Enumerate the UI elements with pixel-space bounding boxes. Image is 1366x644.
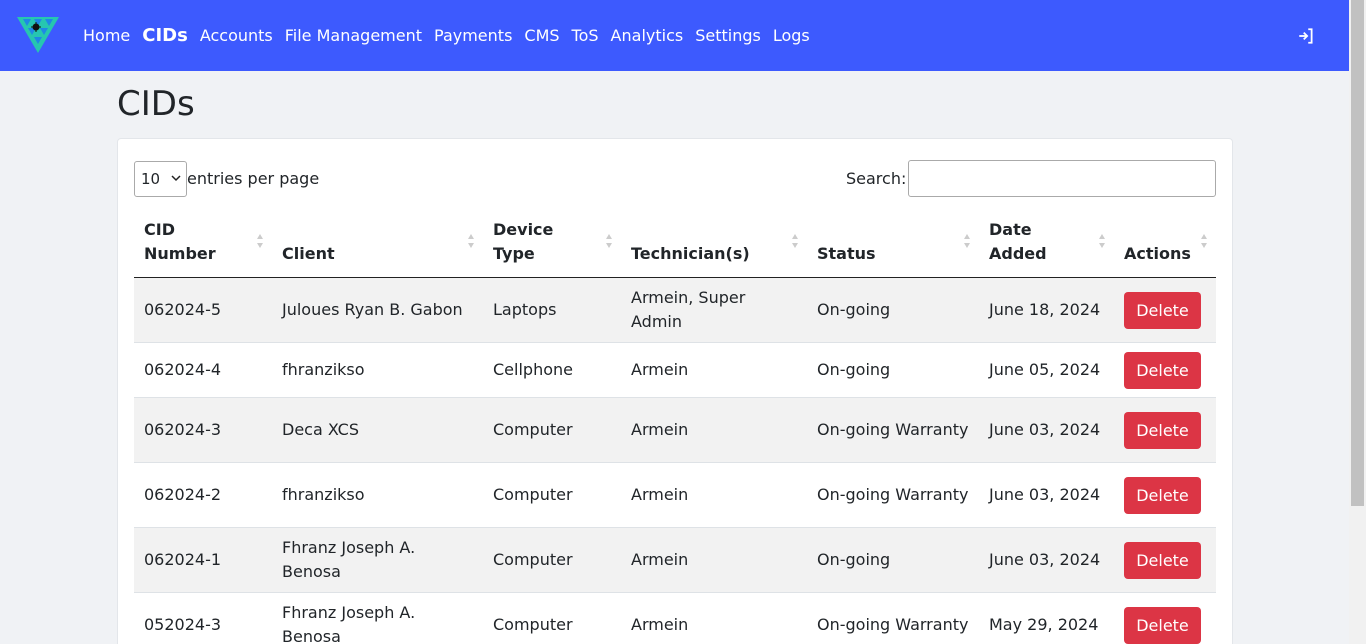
header-cid-number[interactable]: CID Number	[134, 209, 272, 278]
cell-date: June 18, 2024	[979, 277, 1114, 343]
cell-status: On-going Warranty	[807, 592, 979, 644]
scrollbar-thumb[interactable]	[1351, 0, 1364, 506]
cell-actions: Delete	[1114, 277, 1216, 343]
delete-button[interactable]: Delete	[1124, 291, 1201, 329]
header-client[interactable]: Client	[272, 209, 483, 278]
sort-icon	[606, 234, 612, 248]
logout-icon[interactable]	[1297, 27, 1315, 45]
cell-cid: 062024-5	[134, 277, 272, 343]
cell-cid: 052024-3	[134, 592, 272, 644]
cell-cid: 062024-4	[134, 342, 272, 398]
cell-client: Deca XCS	[272, 397, 483, 463]
delete-button[interactable]: Delete	[1124, 476, 1201, 514]
cell-cid: 062024-2	[134, 462, 272, 528]
nav-settings[interactable]: Settings	[689, 26, 767, 45]
cell-status: On-going Warranty	[807, 397, 979, 463]
search-input[interactable]	[908, 160, 1216, 197]
header-technicians[interactable]: Technician(s)	[621, 209, 807, 278]
main-content: CIDs 10 entries per page Search: CID Num…	[0, 71, 1349, 644]
nav-cids[interactable]: CIDs	[136, 25, 194, 46]
table-row: 052024-3 Fhranz Joseph A. Benosa Compute…	[134, 592, 1216, 644]
cell-device: Computer	[483, 592, 621, 644]
header-actions[interactable]: Actions	[1114, 209, 1216, 278]
cell-client: fhranzikso	[272, 342, 483, 398]
cell-actions: Delete	[1114, 462, 1216, 528]
logo-icon[interactable]	[15, 13, 61, 55]
cell-cid: 062024-3	[134, 397, 272, 463]
nav-analytics[interactable]: Analytics	[605, 26, 690, 45]
cell-date: May 29, 2024	[979, 592, 1114, 644]
header-status[interactable]: Status	[807, 209, 979, 278]
cell-device: Computer	[483, 462, 621, 528]
sort-icon	[1201, 234, 1207, 248]
sort-icon	[792, 234, 798, 248]
nav-home[interactable]: Home	[77, 26, 136, 45]
delete-button[interactable]: Delete	[1124, 541, 1201, 579]
cell-status: On-going	[807, 277, 979, 343]
header-device-type[interactable]: Device Type	[483, 209, 621, 278]
cell-actions: Delete	[1114, 527, 1216, 593]
nav-logs[interactable]: Logs	[767, 26, 816, 45]
nav-tos[interactable]: ToS	[566, 26, 605, 45]
cell-device: Cellphone	[483, 342, 621, 398]
cell-cid: 062024-1	[134, 527, 272, 593]
sort-icon	[468, 234, 474, 248]
cell-client: Fhranz Joseph A. Benosa	[272, 592, 483, 644]
cell-status: On-going Warranty	[807, 462, 979, 528]
delete-button[interactable]: Delete	[1124, 606, 1201, 644]
cell-client: fhranzikso	[272, 462, 483, 528]
cell-status: On-going	[807, 342, 979, 398]
table-row: 062024-5 Juloues Ryan B. Gabon Laptops A…	[134, 277, 1216, 343]
cell-technicians: Armein, Super Admin	[621, 277, 807, 343]
cell-technicians: Armein	[621, 462, 807, 528]
cell-client: Juloues Ryan B. Gabon	[272, 277, 483, 343]
table-row: 062024-2 fhranzikso Computer Armein On-g…	[134, 462, 1216, 528]
cell-actions: Delete	[1114, 397, 1216, 463]
cids-table: CID Number Client Device Type Technician…	[134, 209, 1216, 644]
cell-date: June 03, 2024	[979, 527, 1114, 593]
cell-technicians: Armein	[621, 592, 807, 644]
cell-technicians: Armein	[621, 342, 807, 398]
cell-client: Fhranz Joseph A. Benosa	[272, 527, 483, 593]
table-header-row: CID Number Client Device Type Technician…	[134, 209, 1216, 278]
search-label: Search:	[846, 169, 907, 188]
page-title: CIDs	[117, 84, 195, 124]
entries-value: 10	[141, 170, 161, 188]
header-date-added[interactable]: Date Added	[979, 209, 1114, 278]
delete-button[interactable]: Delete	[1124, 411, 1201, 449]
table-row: 062024-3 Deca XCS Computer Armein On-goi…	[134, 397, 1216, 463]
entries-per-page-select[interactable]: 10	[134, 161, 187, 197]
cell-actions: Delete	[1114, 342, 1216, 398]
table-row: 062024-4 fhranzikso Cellphone Armein On-…	[134, 342, 1216, 398]
cell-technicians: Armein	[621, 527, 807, 593]
chevron-down-icon	[171, 175, 181, 182]
cids-table-card: 10 entries per page Search: CID Number C…	[117, 138, 1233, 644]
cell-device: Laptops	[483, 277, 621, 343]
nav-links: Home CIDs Accounts File Management Payme…	[77, 0, 816, 71]
cell-device: Computer	[483, 527, 621, 593]
table-row: 062024-1 Fhranz Joseph A. Benosa Compute…	[134, 527, 1216, 593]
entries-per-page-label: entries per page	[187, 169, 320, 188]
nav-accounts[interactable]: Accounts	[194, 26, 279, 45]
cell-technicians: Armein	[621, 397, 807, 463]
sort-icon	[1099, 234, 1105, 248]
cell-date: June 03, 2024	[979, 397, 1114, 463]
nav-payments[interactable]: Payments	[428, 26, 518, 45]
vertical-scrollbar[interactable]	[1349, 0, 1366, 644]
delete-button[interactable]: Delete	[1124, 351, 1201, 389]
nav-file-management[interactable]: File Management	[279, 26, 428, 45]
top-navbar: Home CIDs Accounts File Management Payme…	[0, 0, 1349, 71]
cell-status: On-going	[807, 527, 979, 593]
sort-icon	[257, 234, 263, 248]
nav-cms[interactable]: CMS	[518, 26, 565, 45]
cell-date: June 03, 2024	[979, 462, 1114, 528]
cell-actions: Delete	[1114, 592, 1216, 644]
cell-device: Computer	[483, 397, 621, 463]
cell-date: June 05, 2024	[979, 342, 1114, 398]
sort-icon	[964, 234, 970, 248]
